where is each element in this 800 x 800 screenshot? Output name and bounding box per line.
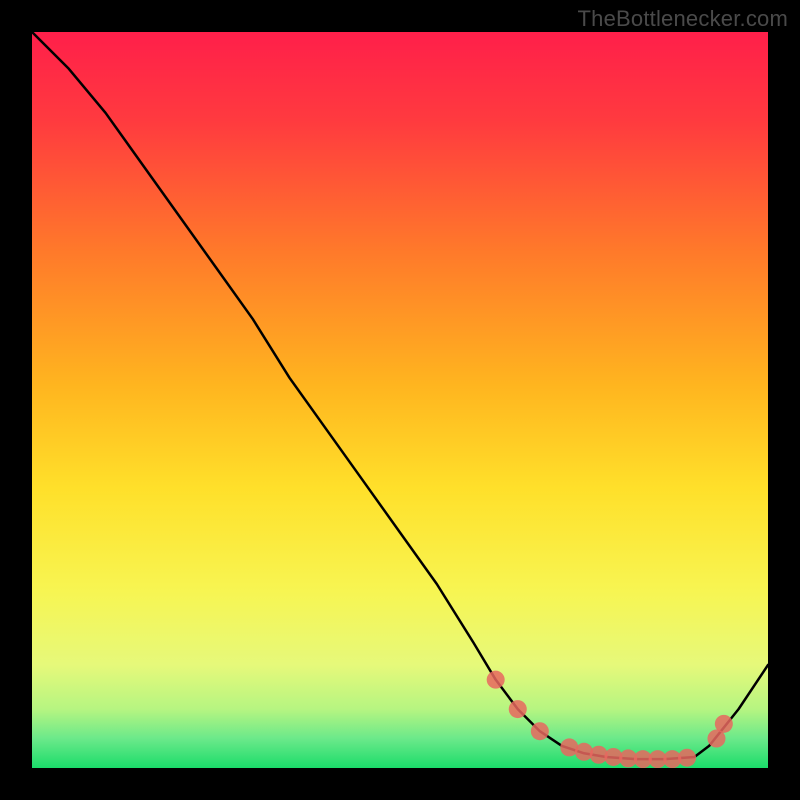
gradient-bg	[32, 32, 768, 768]
watermark-text: TheBottlenecker.com	[578, 6, 788, 32]
plot-svg	[32, 32, 768, 768]
chart-frame: TheBottlenecker.com	[0, 0, 800, 800]
data-marker	[487, 671, 505, 689]
data-marker	[715, 715, 733, 733]
data-marker	[678, 749, 696, 767]
data-marker	[531, 722, 549, 740]
plot-area	[32, 32, 768, 768]
data-marker	[509, 700, 527, 718]
